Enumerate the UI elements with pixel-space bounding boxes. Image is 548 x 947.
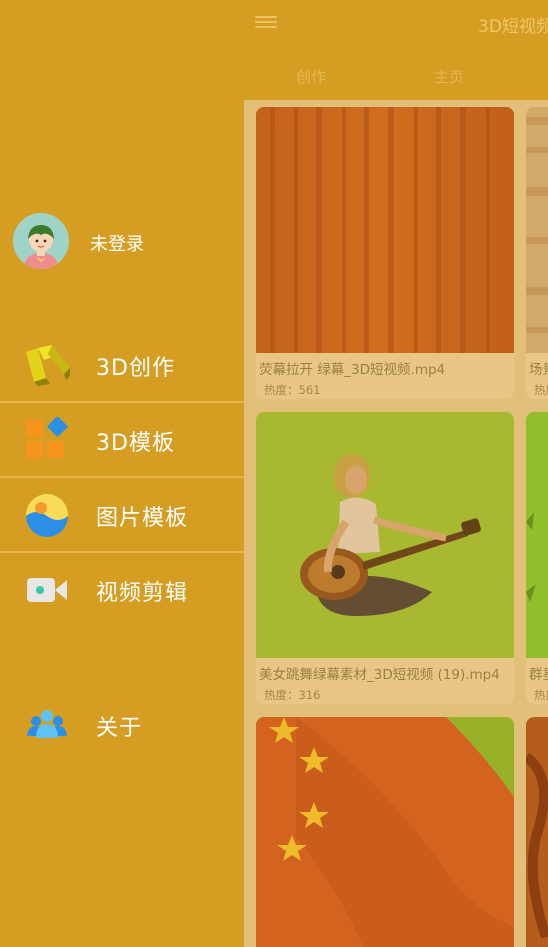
template-grid-icon: [24, 415, 70, 463]
drawer-item-3d-template[interactable]: 3D模板: [0, 403, 244, 477]
navigation-drawer: 未登录 3D创作 3D模板 图片模板 视频剪辑 关于: [0, 0, 244, 947]
drawer-item-picture-template[interactable]: 图片模板: [0, 478, 244, 552]
video-card[interactable]: 场景 热度: [526, 107, 548, 399]
video-thumbnail: [256, 107, 514, 353]
video-card[interactable]: 荧幕拉开 绿幕_3D短视频.mp4 热度：561: [256, 107, 514, 399]
video-card[interactable]: [526, 717, 548, 947]
drawer-item-label: 3D创作: [96, 356, 175, 381]
3d-shape-icon: [24, 342, 70, 388]
drawer-item-about[interactable]: 关于: [0, 688, 244, 762]
video-thumbnail: [526, 412, 548, 658]
video-title: 美女跳舞绿幕素材_3D短视频 (19).mp4: [259, 667, 500, 683]
drawer-item-label: 图片模板: [96, 506, 189, 531]
drawer-item-video-edit[interactable]: 视频剪辑: [0, 553, 244, 627]
app-title: 3D短视频: [478, 17, 548, 37]
drawer-item-label: 视频剪辑: [96, 581, 189, 606]
video-title: 群星: [529, 667, 548, 683]
login-status-label[interactable]: 未登录: [90, 230, 144, 256]
video-thumbnail: [526, 107, 548, 353]
user-avatar-icon[interactable]: [13, 213, 69, 269]
people-group-icon: [24, 702, 70, 748]
video-heat: 热度：561: [264, 383, 321, 397]
video-thumbnail: [256, 412, 514, 658]
video-heat: 热度：316: [264, 688, 321, 702]
video-thumbnail: [526, 717, 548, 947]
drawer-item-3d-create[interactable]: 3D创作: [0, 328, 244, 402]
drawer-item-label: 关于: [96, 716, 143, 741]
video-thumbnail: [256, 717, 514, 947]
video-heat: 热度: [534, 383, 548, 397]
video-feed: 荧幕拉开 绿幕_3D短视频.mp4 热度：561 场景 热度: [244, 100, 548, 947]
video-heat: 热度: [534, 688, 548, 702]
tab-home[interactable]: 主页: [434, 66, 464, 87]
video-title: 场景: [529, 362, 548, 378]
drawer-item-label: 3D模板: [96, 431, 175, 456]
video-card[interactable]: [256, 717, 514, 947]
hamburger-menu-icon[interactable]: [255, 13, 277, 33]
video-card[interactable]: 群星 热度: [526, 412, 548, 704]
video-camera-icon: [24, 567, 70, 613]
tab-create[interactable]: 创作: [296, 66, 326, 87]
picture-icon: [24, 492, 70, 538]
video-card[interactable]: 美女跳舞绿幕素材_3D短视频 (19).mp4 热度：316: [256, 412, 514, 704]
video-title: 荧幕拉开 绿幕_3D短视频.mp4: [259, 362, 446, 378]
